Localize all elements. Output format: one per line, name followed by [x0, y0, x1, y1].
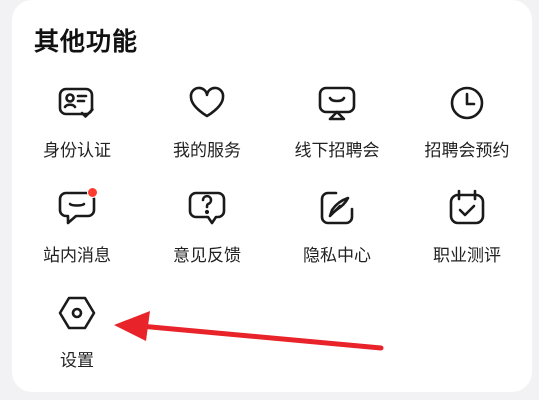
item-label: 站内消息 — [43, 246, 111, 266]
function-grid: 身份认证 我的服务 线下招聘会 招聘会预约 站内消息 意见反馈 隐私中心 职业测… — [12, 82, 532, 397]
item-label: 隐私中心 — [303, 246, 371, 266]
message-bubble-icon — [56, 187, 98, 229]
unread-badge — [87, 187, 98, 198]
presentation-board-icon — [316, 82, 358, 124]
feedback-item[interactable]: 意见反馈 — [142, 187, 272, 292]
item-label: 我的服务 — [173, 141, 241, 161]
item-label: 身份认证 — [43, 141, 111, 161]
job-fair-booking-item[interactable]: 招聘会预约 — [402, 82, 532, 187]
section-title: 其他功能 — [34, 27, 139, 56]
heart-icon — [186, 82, 228, 124]
item-label: 意见反馈 — [173, 246, 241, 266]
identity-verification-item[interactable]: 身份认证 — [12, 82, 142, 187]
item-label: 职业测评 — [433, 246, 501, 266]
item-label: 招聘会预约 — [424, 141, 510, 161]
calendar-check-icon — [446, 187, 488, 229]
clock-icon — [446, 82, 488, 124]
item-label: 设置 — [60, 351, 94, 371]
privacy-center-item[interactable]: 隐私中心 — [272, 187, 402, 292]
other-functions-card: 其他功能 身份认证 我的服务 线下招聘会 招聘会预约 站内消息 意见反馈 隐私中… — [12, 0, 532, 392]
settings-item[interactable]: 设置 — [12, 292, 142, 397]
id-card-check-icon — [56, 82, 98, 124]
edit-feather-icon — [316, 187, 358, 229]
item-label: 线下招聘会 — [294, 141, 380, 161]
career-assessment-item[interactable]: 职业测评 — [402, 187, 532, 292]
site-messages-item[interactable]: 站内消息 — [12, 187, 142, 292]
my-services-item[interactable]: 我的服务 — [142, 82, 272, 187]
offline-job-fair-item[interactable]: 线下招聘会 — [272, 82, 402, 187]
hexagon-gear-icon — [56, 292, 98, 334]
question-bubble-icon — [186, 187, 228, 229]
